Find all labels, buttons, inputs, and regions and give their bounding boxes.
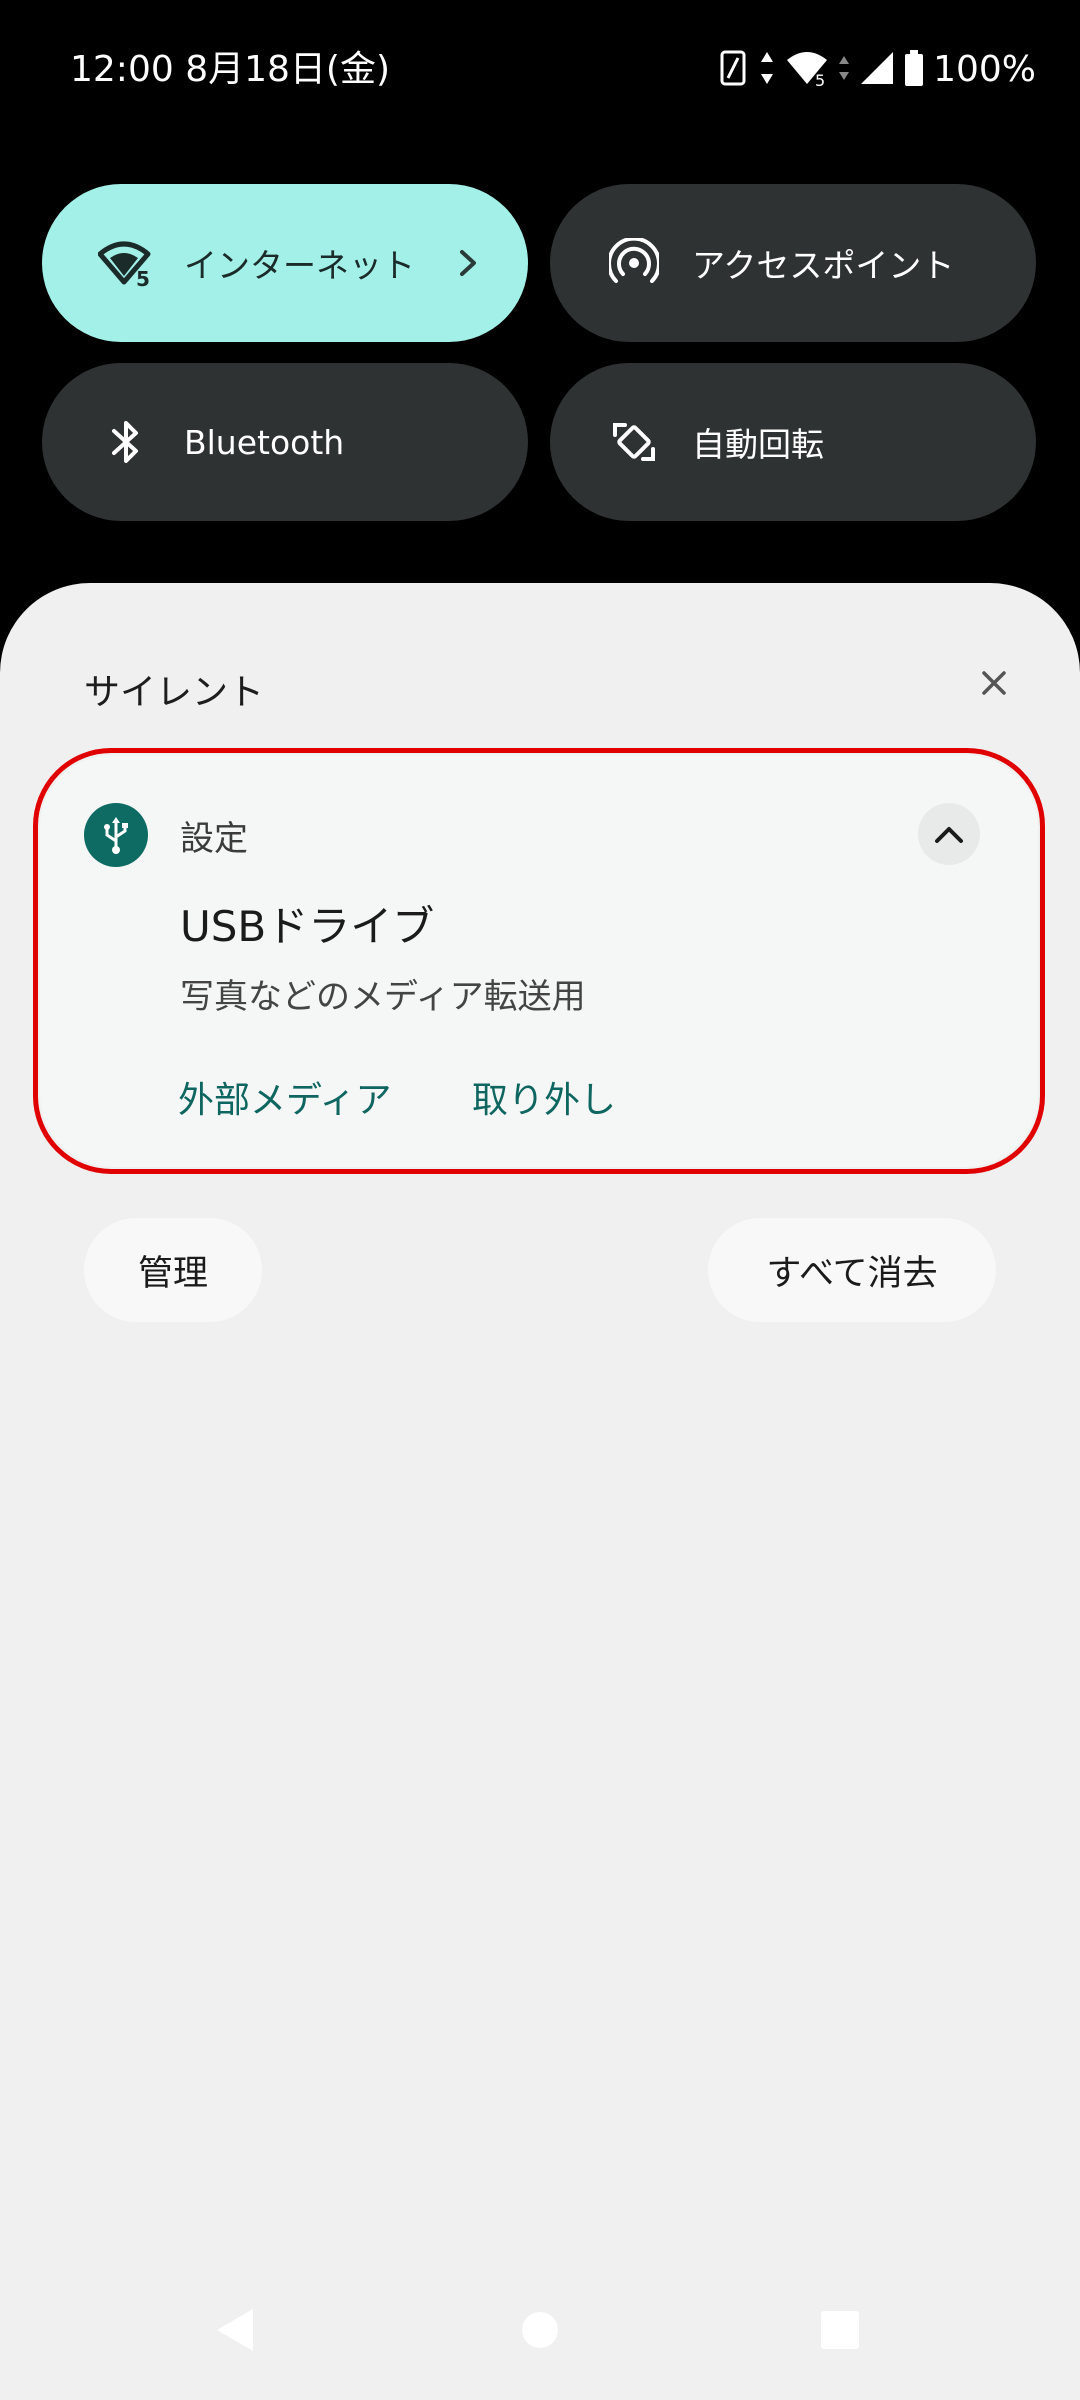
signal-arrows-icon (837, 48, 851, 92)
wifi-5g-icon: 5 (785, 48, 829, 92)
hotspot-icon (606, 235, 662, 291)
auto-rotate-icon (606, 414, 662, 470)
clear-all-button[interactable]: すべて消去 (708, 1218, 996, 1322)
tile-bluetooth[interactable]: Bluetooth (42, 363, 528, 521)
section-label-silent: サイレント (84, 672, 265, 713)
navigation-bar (0, 2260, 1080, 2400)
data-transfer-icon (757, 48, 777, 92)
notification-text: 写真などのメディア転送用 (180, 977, 586, 1017)
home-button[interactable] (512, 2302, 568, 2358)
chevron-up-icon (935, 827, 963, 843)
action-eject[interactable]: 取り外し (472, 1071, 616, 1123)
notification-app-name: 設定 (180, 819, 248, 859)
manage-button[interactable]: 管理 (84, 1218, 262, 1322)
nfc-icon (719, 48, 749, 92)
tile-label: インターネット (184, 246, 415, 285)
action-external-media[interactable]: 外部メディア (178, 1071, 391, 1123)
cell-signal-icon (859, 48, 895, 92)
tile-label: アクセスポイント (692, 246, 955, 285)
wifi-5g-icon: 5 (98, 235, 154, 291)
tile-label: Bluetooth (184, 422, 345, 462)
home-icon (522, 2312, 558, 2348)
close-icon[interactable] (964, 653, 1024, 713)
bluetooth-icon (98, 414, 154, 470)
chevron-right-icon (448, 243, 488, 283)
svg-text:5: 5 (815, 71, 825, 88)
status-icons: 5 100% (719, 46, 1036, 94)
tile-hotspot[interactable]: アクセスポイント (550, 184, 1036, 342)
battery-icon (903, 48, 925, 92)
battery-percent: 100% (933, 49, 1036, 90)
svg-text:5: 5 (136, 267, 150, 288)
tile-auto-rotate[interactable]: 自動回転 (550, 363, 1036, 521)
status-time-date: 12:00 8月18日(金) (70, 49, 390, 90)
back-icon (217, 2309, 253, 2351)
usb-icon (84, 803, 148, 867)
notification-card-usb[interactable]: 設定 USBドライブ 写真などのメディア転送用 外部メディア 取り外し (40, 755, 1038, 1167)
tile-label: 自動回転 (692, 425, 824, 464)
back-button[interactable] (208, 2302, 264, 2358)
recents-icon (821, 2311, 859, 2349)
status-bar: 12:00 8月18日(金) 5 100% (0, 0, 1080, 140)
recents-button[interactable] (812, 2302, 868, 2358)
tile-internet[interactable]: 5 インターネット (42, 184, 528, 342)
notification-shade: サイレント 設定 USBドライブ 写真などのメディア転送用 外部メディア 取り外… (0, 583, 1080, 2400)
notification-title: USBドライブ (180, 902, 435, 951)
collapse-button[interactable] (918, 803, 980, 865)
